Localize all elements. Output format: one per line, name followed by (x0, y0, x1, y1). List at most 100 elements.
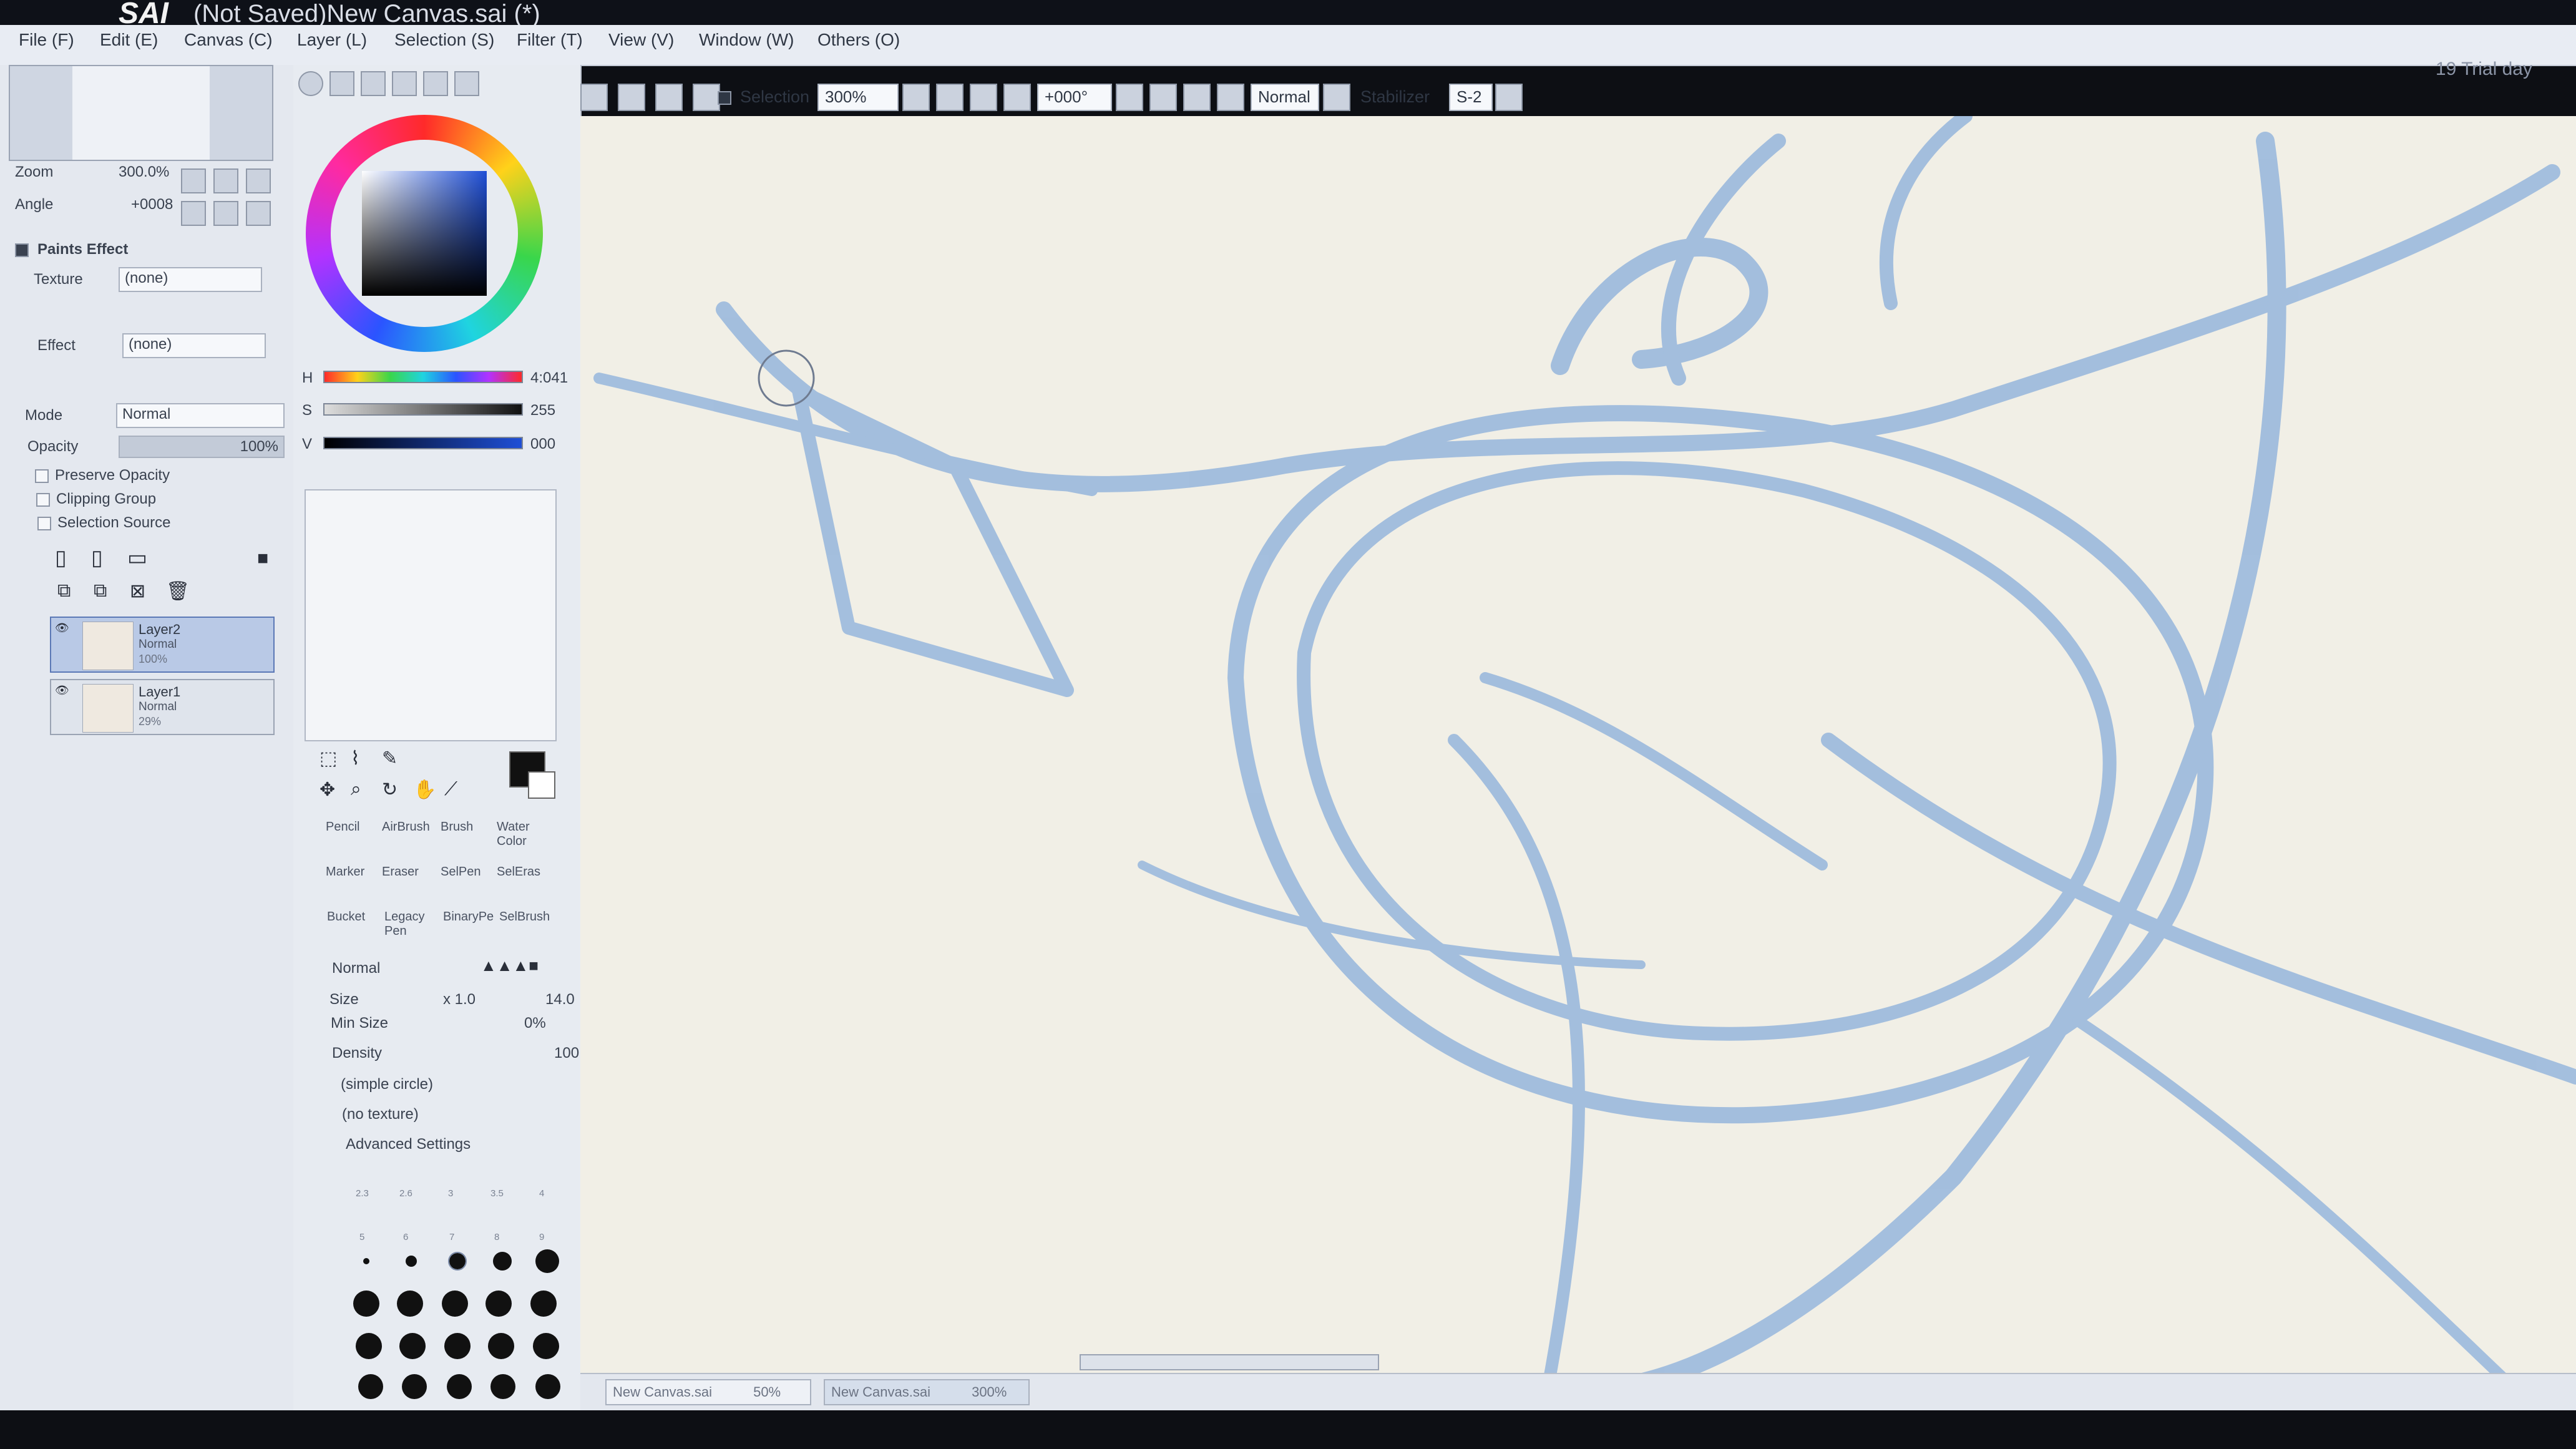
rotate-right-button[interactable] (213, 201, 238, 226)
zoom-fit-icon[interactable] (1003, 84, 1031, 111)
selection-source-checkbox[interactable] (37, 517, 51, 530)
deselect-icon[interactable] (693, 84, 720, 111)
brush-dot-25[interactable] (353, 1290, 379, 1317)
document-tab-1[interactable]: New Canvas.sai 50% (605, 1379, 811, 1405)
brush-dot-14[interactable] (448, 1252, 467, 1271)
brush-dot-70[interactable] (399, 1333, 426, 1359)
size-value[interactable]: 14.0 (545, 991, 575, 1008)
scratchpad[interactable] (305, 489, 557, 741)
brush-size-3[interactable]: 3 (448, 1188, 453, 1199)
opacity-slider[interactable]: 100% (119, 436, 285, 458)
brush-dot-300[interactable] (490, 1374, 515, 1399)
brush-dot-160[interactable] (358, 1374, 383, 1399)
lasso-icon[interactable]: ⌇ (351, 748, 360, 769)
menu-layer[interactable]: Layer (L) (297, 30, 367, 50)
magic-wand-icon[interactable]: ✎ (382, 748, 398, 769)
brush-dot-35[interactable] (442, 1290, 468, 1317)
brush-dot-80[interactable] (444, 1333, 471, 1359)
angle-dropdown-icon[interactable] (1116, 84, 1143, 111)
rotate-right-icon[interactable] (1183, 84, 1211, 111)
tool-marker[interactable]: Marker (326, 865, 364, 879)
brush-dot-12[interactable] (406, 1256, 417, 1267)
document-tab-2[interactable]: New Canvas.sai 300% (824, 1379, 1030, 1405)
new-linework-layer-icon[interactable]: ▯ (91, 545, 103, 570)
tool-bucket[interactable]: Bucket (327, 910, 365, 924)
brush-size-2.6[interactable]: 2.6 (399, 1188, 412, 1199)
size-multiplier[interactable]: x 1.0 (443, 991, 476, 1008)
redo-icon[interactable] (655, 84, 683, 111)
brush-size-8[interactable]: 8 (494, 1232, 499, 1242)
rotate-left-button[interactable] (181, 201, 206, 226)
brush-dot-60[interactable] (356, 1333, 382, 1359)
density-value[interactable]: 100 (554, 1045, 579, 1062)
menu-edit[interactable]: Edit (E) (100, 30, 158, 50)
color-wheel-mode-icon[interactable] (298, 71, 323, 96)
zoom-dropdown-icon[interactable] (902, 84, 930, 111)
menu-others[interactable]: Others (O) (817, 30, 900, 50)
brush-dot-10[interactable] (363, 1258, 369, 1264)
brush-texture-select[interactable]: (no texture) (342, 1106, 419, 1123)
menu-window[interactable]: Window (W) (699, 30, 794, 50)
selection-checkbox[interactable] (718, 91, 731, 105)
tool-legacy-pen[interactable]: Legacy Pen (384, 910, 425, 939)
tool-selpen[interactable]: SelPen (441, 865, 481, 879)
layer-mask-icon[interactable]: ■ (257, 548, 268, 569)
brush-dot-250[interactable] (447, 1374, 472, 1399)
navigator-preview[interactable] (9, 65, 273, 161)
visibility-eye-icon[interactable]: 👁 (55, 622, 74, 637)
rotate-reset-icon[interactable] (1217, 84, 1244, 111)
brush-dot-50[interactable] (530, 1290, 557, 1317)
selection-rect-icon[interactable]: ⬚ (320, 748, 337, 769)
brush-dot-200[interactable] (402, 1374, 427, 1399)
preserve-opacity-checkbox[interactable] (35, 469, 49, 483)
brush-dot-20[interactable] (535, 1249, 559, 1273)
merge-down-icon[interactable]: ⧉ (94, 580, 107, 602)
tool-seleras[interactable]: SelEras (497, 865, 540, 879)
undo-icon[interactable] (618, 84, 645, 111)
brush-dot-40[interactable] (485, 1290, 512, 1317)
drawing-canvas[interactable] (580, 116, 2576, 1389)
clipping-group-checkbox[interactable] (36, 493, 50, 507)
clear-layer-icon[interactable]: ⊠ (130, 580, 145, 602)
brush-dot-100[interactable] (488, 1333, 514, 1359)
secondary-color-swatch[interactable] (528, 771, 555, 799)
transfer-down-icon[interactable]: ⧉ (57, 580, 71, 602)
zoom-out-icon[interactable] (936, 84, 964, 111)
flip-view-icon[interactable] (1323, 84, 1350, 111)
hsv-sliders-mode-icon[interactable] (361, 71, 386, 96)
brush-dot-30[interactable] (397, 1290, 423, 1317)
tool-watercolor[interactable]: Water Color (497, 820, 534, 849)
value-slider[interactable] (323, 437, 523, 449)
rgb-sliders-mode-icon[interactable] (329, 71, 354, 96)
stabilizer-dropdown-icon[interactable] (1495, 84, 1523, 111)
brush-size-5[interactable]: 5 (359, 1232, 364, 1242)
color-mixer-mode-icon[interactable] (454, 71, 479, 96)
brush-shape-presets-icon[interactable]: ▲▲▲■ (481, 956, 539, 975)
zoom-reset-button[interactable] (246, 168, 271, 193)
tool-pencil[interactable]: Pencil (326, 820, 359, 834)
rotate-left-icon[interactable] (1149, 84, 1177, 111)
layer-item-layer2[interactable]: 👁 Layer2 Normal 100% (50, 617, 275, 673)
move-icon[interactable]: ✥ (320, 779, 335, 801)
scratchpad-mode-icon[interactable] (423, 71, 448, 96)
brush-dot-16[interactable] (493, 1252, 512, 1271)
zoom-tool-icon[interactable]: ⌕ (351, 779, 361, 800)
new-folder-icon[interactable]: ▭ (127, 545, 147, 570)
brush-blend-mode[interactable]: Normal (332, 960, 380, 977)
view-mode-select[interactable]: Normal (1251, 84, 1319, 111)
angle-value[interactable]: +0008 (131, 196, 173, 213)
saturation-slider[interactable] (323, 403, 523, 416)
effect-select[interactable]: (none) (122, 333, 266, 358)
zoom-out-button[interactable] (181, 168, 206, 193)
paints-effect-toggle[interactable] (15, 243, 29, 257)
new-layer-icon[interactable]: ▯ (55, 545, 67, 570)
brush-size-2.3[interactable]: 2.3 (356, 1188, 369, 1199)
brush-dot-350[interactable] (535, 1374, 560, 1399)
saturation-value-square[interactable] (362, 171, 487, 296)
brush-dot-120[interactable] (533, 1333, 559, 1359)
menu-file[interactable]: File (F) (19, 30, 74, 50)
menu-selection[interactable]: Selection (S) (394, 30, 494, 50)
hand-tool-icon[interactable]: ✋ (413, 779, 436, 801)
tool-brush[interactable]: Brush (441, 820, 473, 834)
visibility-eye-icon[interactable]: 👁 (55, 684, 74, 699)
